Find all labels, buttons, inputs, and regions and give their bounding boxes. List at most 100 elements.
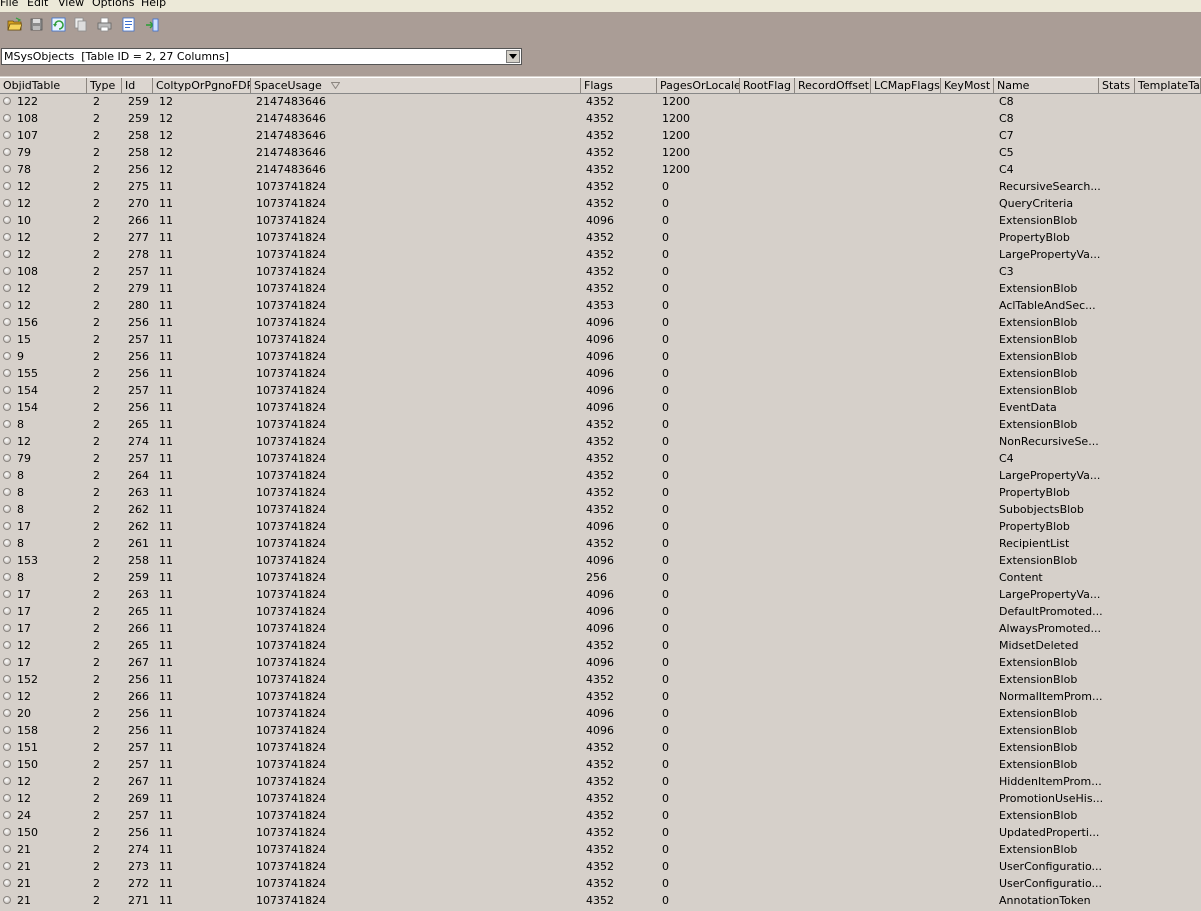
- column-header-flags[interactable]: Flags: [581, 78, 657, 93]
- table-row[interactable]: 12 2 270 11 1073741824 4352 0 QueryCriteria: [0, 195, 1201, 212]
- cell-pages-or-locale: 0: [662, 588, 669, 601]
- table-row[interactable]: 8 2 263 11 1073741824 4352 0 PropertyBlob: [0, 484, 1201, 501]
- cell-type: 2: [93, 639, 100, 652]
- cell-objid-table: 79: [17, 146, 31, 159]
- cell-objid-table: 12: [17, 775, 31, 788]
- table-row[interactable]: 8 2 261 11 1073741824 4352 0 RecipientList: [0, 535, 1201, 552]
- table-row[interactable]: 150 2 257 11 1073741824 4352 0 ExtensionBlob: [0, 756, 1201, 773]
- refresh-button[interactable]: [50, 16, 67, 33]
- copy-button[interactable]: [72, 16, 89, 33]
- cell-name: PropertyBlob: [999, 231, 1070, 244]
- table-row[interactable]: 21 2 273 11 1073741824 4352 0 UserConfiguratio.…: [0, 858, 1201, 875]
- cell-type: 2: [93, 758, 100, 771]
- cell-objid-table: 20: [17, 707, 31, 720]
- cell-type: 2: [93, 248, 100, 261]
- column-header-templatetab[interactable]: TemplateTab: [1135, 78, 1201, 93]
- table-row[interactable]: 17 2 263 11 1073741824 4096 0 LargePropertyVa..…: [0, 586, 1201, 603]
- table-row[interactable]: 158 2 256 11 1073741824 4096 0 ExtensionBlob: [0, 722, 1201, 739]
- cell-name: Content: [999, 571, 1043, 584]
- column-header-name[interactable]: Name: [994, 78, 1099, 93]
- table-row[interactable]: 108 2 259 12 2147483646 4352 1200 C8: [0, 110, 1201, 127]
- menu-file[interactable]: File: [0, 0, 18, 10]
- cell-objid-table: 108: [17, 265, 38, 278]
- column-header-pagesorlocale[interactable]: PagesOrLocale: [657, 78, 740, 93]
- table-row[interactable]: 12 2 269 11 1073741824 4352 0 PromotionUseHis..…: [0, 790, 1201, 807]
- table-row[interactable]: 12 2 278 11 1073741824 4352 0 LargePropertyVa..…: [0, 246, 1201, 263]
- cell-name: AlwaysPromoted...: [999, 622, 1102, 635]
- table-row[interactable]: 21 2 274 11 1073741824 4352 0 ExtensionBlob: [0, 841, 1201, 858]
- column-header-id[interactable]: Id: [122, 78, 153, 93]
- column-header-spaceusage[interactable]: SpaceUsage: [251, 78, 581, 93]
- table-row[interactable]: 122 2 259 12 2147483646 4352 1200 C8: [0, 93, 1201, 110]
- table-row[interactable]: 78 2 256 12 2147483646 4352 1200 C4: [0, 161, 1201, 178]
- table-row[interactable]: 8 2 264 11 1073741824 4352 0 LargePropertyVa...: [0, 467, 1201, 484]
- table-row[interactable]: 12 2 275 11 1073741824 4352 0 RecursiveSearch..…: [0, 178, 1201, 195]
- table-row[interactable]: 107 2 258 12 2147483646 4352 1200 C7: [0, 127, 1201, 144]
- save-button[interactable]: [28, 16, 45, 33]
- cell-pages-or-locale: 0: [662, 775, 669, 788]
- table-row[interactable]: 151 2 257 11 1073741824 4352 0 ExtensionBlob: [0, 739, 1201, 756]
- column-header-stats[interactable]: Stats: [1099, 78, 1135, 93]
- table-row[interactable]: 154 2 257 11 1073741824 4096 0 ExtensionBlob: [0, 382, 1201, 399]
- table-row[interactable]: 17 2 266 11 1073741824 4096 0 AlwaysPromoted...: [0, 620, 1201, 637]
- table-row[interactable]: 155 2 256 11 1073741824 4096 0 ExtensionBlob: [0, 365, 1201, 382]
- table-row[interactable]: 12 2 274 11 1073741824 4352 0 NonRecursiveSe...: [0, 433, 1201, 450]
- cell-type: 2: [93, 775, 100, 788]
- menu-options[interactable]: Options: [92, 0, 134, 10]
- table-row[interactable]: 15 2 257 11 1073741824 4096 0 ExtensionBlob: [0, 331, 1201, 348]
- table-row[interactable]: 17 2 262 11 1073741824 4096 0 PropertyBlob: [0, 518, 1201, 535]
- table-row[interactable]: 154 2 256 11 1073741824 4096 0 EventData: [0, 399, 1201, 416]
- table-row[interactable]: 152 2 256 11 1073741824 4352 0 ExtensionBlob: [0, 671, 1201, 688]
- column-header-coltyporpgnofdp[interactable]: ColtypOrPgnoFDP: [153, 78, 251, 93]
- menu-edit[interactable]: Edit: [27, 0, 48, 10]
- menu-help[interactable]: Help: [141, 0, 166, 10]
- export-button[interactable]: [120, 16, 137, 33]
- table-row[interactable]: 12 2 279 11 1073741824 4352 0 ExtensionBlob: [0, 280, 1201, 297]
- table-row[interactable]: 17 2 265 11 1073741824 4096 0 DefaultPromoted..…: [0, 603, 1201, 620]
- print-button[interactable]: [96, 16, 113, 33]
- column-header-type[interactable]: Type: [87, 78, 122, 93]
- table-row[interactable]: 79 2 257 11 1073741824 4352 0 C4: [0, 450, 1201, 467]
- table-row[interactable]: 12 2 265 11 1073741824 4352 0 MidsetDeleted: [0, 637, 1201, 654]
- column-header-keymost[interactable]: KeyMost: [941, 78, 994, 93]
- column-header-lcmapflags[interactable]: LCMapFlags: [871, 78, 941, 93]
- copy-icon: [74, 17, 87, 32]
- cell-objid-table: 158: [17, 724, 38, 737]
- row-indicator-icon: [3, 284, 11, 292]
- row-indicator-icon: [3, 811, 11, 819]
- table-row[interactable]: 12 2 266 11 1073741824 4352 0 NormalItemProm...: [0, 688, 1201, 705]
- table-row[interactable]: 17 2 267 11 1073741824 4096 0 ExtensionBlob: [0, 654, 1201, 671]
- row-indicator-icon: [3, 726, 11, 734]
- table-row[interactable]: 8 2 265 11 1073741824 4352 0 ExtensionBlob: [0, 416, 1201, 433]
- dropdown-button[interactable]: [506, 50, 520, 63]
- row-indicator-icon: [3, 556, 11, 564]
- table-row[interactable]: 12 2 280 11 1073741824 4353 0 AclTableAndSec...: [0, 297, 1201, 314]
- open-button[interactable]: [6, 16, 23, 33]
- column-header-rootflag[interactable]: RootFlag: [740, 78, 795, 93]
- table-row[interactable]: 108 2 257 11 1073741824 4352 0 C3: [0, 263, 1201, 280]
- table-row[interactable]: 9 2 256 11 1073741824 4096 0 ExtensionBlob: [0, 348, 1201, 365]
- cell-id: 274: [128, 435, 149, 448]
- row-indicator-icon: [3, 148, 11, 156]
- table-row[interactable]: 156 2 256 11 1073741824 4096 0 ExtensionBlob: [0, 314, 1201, 331]
- table-row[interactable]: 12 2 267 11 1073741824 4352 0 HiddenItemProm...: [0, 773, 1201, 790]
- table-row[interactable]: 20 2 256 11 1073741824 4096 0 ExtensionBlob: [0, 705, 1201, 722]
- table-select[interactable]: MSysObjects [Table ID = 2, 27 Columns]: [1, 48, 522, 65]
- table-row[interactable]: 79 2 258 12 2147483646 4352 1200 C5: [0, 144, 1201, 161]
- cell-coltyp: 11: [159, 690, 173, 703]
- table-row[interactable]: 21 2 271 11 1073741824 4352 0 AnnotationToken: [0, 892, 1201, 909]
- table-row[interactable]: 10 2 266 11 1073741824 4096 0 ExtensionBlob: [0, 212, 1201, 229]
- table-row[interactable]: 21 2 272 11 1073741824 4352 0 UserConfiguratio.…: [0, 875, 1201, 892]
- exit-button[interactable]: [143, 16, 160, 33]
- grid-header: TemplateTab Stats Name KeyMost LCMapFlags Rec…: [0, 77, 1201, 94]
- cell-id: 262: [128, 503, 149, 516]
- table-row[interactable]: 150 2 256 11 1073741824 4352 0 UpdatedProperti.…: [0, 824, 1201, 841]
- table-row[interactable]: 8 2 259 11 1073741824 256 0 Content: [0, 569, 1201, 586]
- menu-view[interactable]: View: [58, 0, 84, 10]
- table-row[interactable]: 24 2 257 11 1073741824 4352 0 ExtensionBlob: [0, 807, 1201, 824]
- column-header-objidtable[interactable]: ObjidTable: [0, 78, 87, 93]
- table-row[interactable]: 8 2 262 11 1073741824 4352 0 SubobjectsBlob: [0, 501, 1201, 518]
- table-row[interactable]: 12 2 277 11 1073741824 4352 0 PropertyBlob: [0, 229, 1201, 246]
- column-header-recordoffset[interactable]: RecordOffset: [795, 78, 871, 93]
- table-row[interactable]: 153 2 258 11 1073741824 4096 0 ExtensionBlob: [0, 552, 1201, 569]
